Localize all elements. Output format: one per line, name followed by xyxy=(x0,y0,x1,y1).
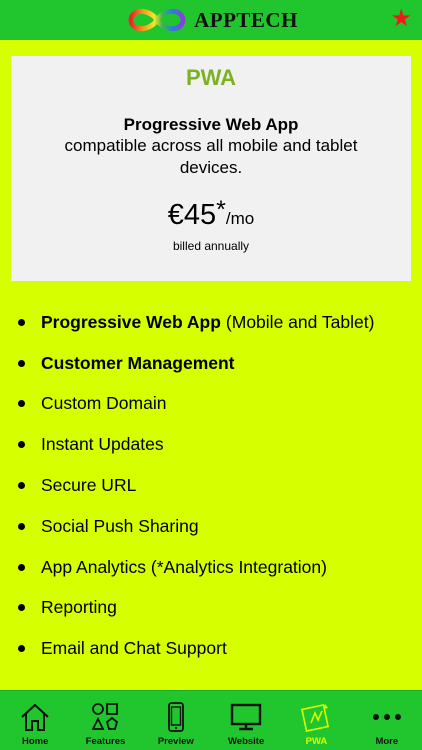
bullet-icon xyxy=(18,522,25,530)
price-amount: €45 xyxy=(167,199,217,231)
list-item: Instant Updates xyxy=(0,424,422,465)
list-item: Email and Chat Support xyxy=(0,628,422,669)
infinity-logo-icon xyxy=(128,8,186,32)
feature-text: App Analytics (*Analytics Integration) xyxy=(41,556,327,577)
billing-note: billed annually xyxy=(172,239,250,253)
feature-text: Email and Chat Support xyxy=(41,638,227,659)
feature-text: Reporting xyxy=(41,597,117,618)
plan-title: Progressive Web App xyxy=(123,115,299,134)
shapes-icon xyxy=(92,703,119,730)
list-item: Secure URL xyxy=(0,465,422,506)
bullet-icon xyxy=(18,482,25,490)
feature-text: Custom Domain xyxy=(41,393,167,414)
feature-bold: Customer Management xyxy=(41,352,235,373)
list-item: Custom Domain xyxy=(0,384,422,425)
feature-text: Instant Updates xyxy=(41,434,164,455)
tab-home[interactable]: Home xyxy=(2,691,68,750)
tab-label: Preview xyxy=(157,736,194,747)
monitor-icon xyxy=(230,703,262,731)
plan-description: compatible across all mobile and tablet … xyxy=(64,136,358,177)
phone-icon xyxy=(167,702,184,732)
pricing-card: PWA Progressive Web App compatible acros… xyxy=(11,56,411,281)
bullet-icon xyxy=(18,441,25,449)
bullet-icon xyxy=(18,645,25,653)
tab-pwa[interactable]: PWA xyxy=(283,691,349,750)
list-item: Social Push Sharing xyxy=(0,506,422,547)
bullet-icon xyxy=(18,359,25,367)
app-logo: APPTECH xyxy=(124,4,298,36)
plan-name: PWA xyxy=(185,65,237,90)
pwa-icon xyxy=(301,704,330,732)
tab-label: Home xyxy=(21,736,49,747)
feature-text: Secure URL xyxy=(41,475,137,496)
tab-features[interactable]: Features xyxy=(72,691,138,750)
app-header: APPTECH ★ xyxy=(0,0,422,40)
bottom-tab-bar: Home Features Preview Website PWA More xyxy=(0,690,422,750)
bullet-icon xyxy=(18,400,25,408)
feature-list: Progressive Web App (Mobile and Tablet) … xyxy=(0,302,422,669)
more-dots-icon xyxy=(372,714,401,720)
list-item: Customer Management xyxy=(0,343,422,384)
tab-label: Website xyxy=(228,736,265,747)
list-item: Progressive Web App (Mobile and Tablet) xyxy=(0,302,422,343)
tab-more[interactable]: More xyxy=(354,691,420,750)
price-period: /mo xyxy=(225,209,255,228)
tab-label: PWA xyxy=(305,736,328,747)
bullet-icon xyxy=(18,318,25,326)
list-item: Reporting xyxy=(0,588,422,629)
tab-label: Features xyxy=(85,736,126,747)
home-icon xyxy=(21,703,49,731)
tab-website[interactable]: Website xyxy=(213,691,279,750)
bullet-icon xyxy=(18,604,25,612)
bullet-icon xyxy=(18,563,25,571)
price-asterisk: * xyxy=(216,196,226,224)
list-item: App Analytics (*Analytics Integration) xyxy=(0,547,422,588)
star-icon[interactable]: ★ xyxy=(390,7,412,31)
feature-bold: Progressive Web App xyxy=(41,311,221,332)
tab-label: More xyxy=(375,736,399,747)
feature-text: (Mobile and Tablet) xyxy=(225,311,375,332)
plan-price: €45 * /mo xyxy=(11,196,411,232)
app-name: APPTECH xyxy=(194,7,298,32)
tab-preview[interactable]: Preview xyxy=(143,691,209,750)
feature-text: Social Push Sharing xyxy=(41,515,199,536)
